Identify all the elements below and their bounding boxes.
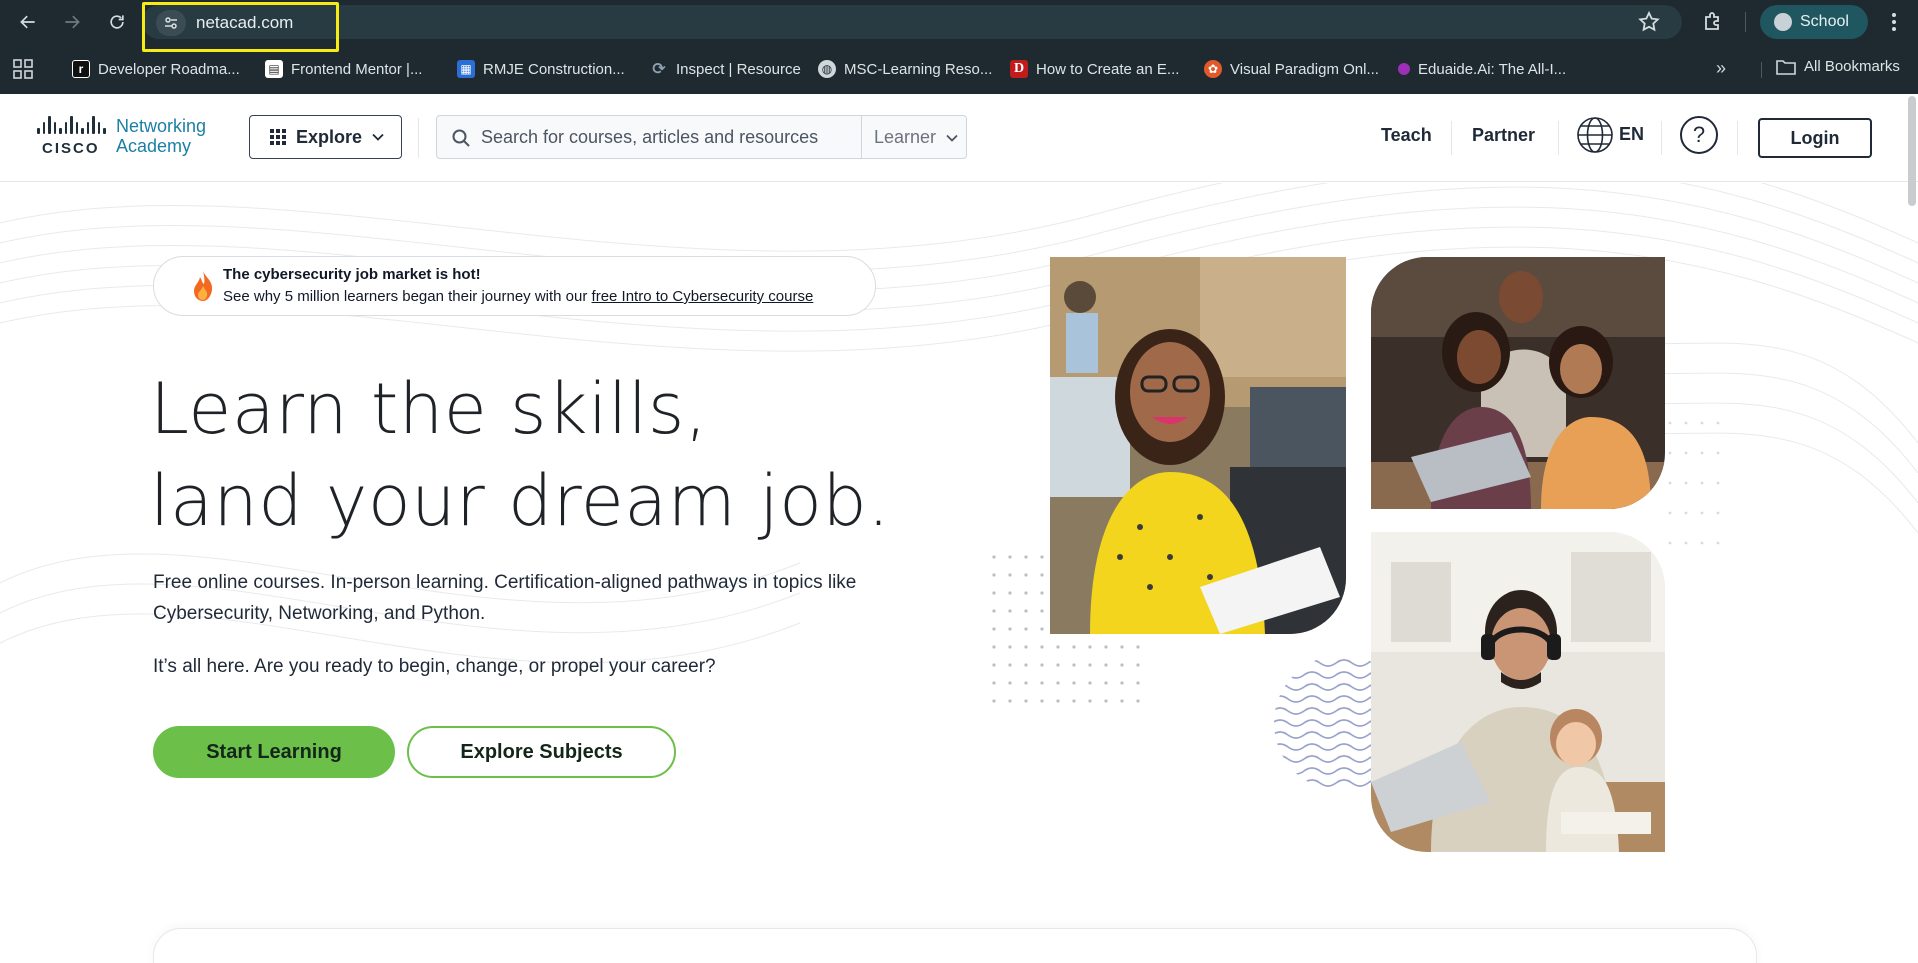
bookmark-item[interactable]: D How to Create an E... bbox=[1010, 58, 1179, 80]
bookmark-label: Frontend Mentor |... bbox=[291, 60, 423, 78]
profile-avatar-icon bbox=[1774, 13, 1792, 31]
forward-button[interactable] bbox=[58, 8, 86, 36]
language-selector[interactable]: EN bbox=[1619, 124, 1644, 145]
bookmark-label: Inspect | Resource bbox=[676, 60, 801, 78]
hero-photo-parent-child bbox=[1371, 532, 1665, 852]
hero-lead: Free online courses. In-person learning.… bbox=[153, 572, 857, 624]
cisco-wordmark: CISCO bbox=[42, 140, 100, 157]
headline-line-2: land your dream job. bbox=[150, 460, 891, 542]
hero-photo-group-laptop bbox=[1371, 257, 1665, 509]
hero-section: The cybersecurity job market is hot! See… bbox=[0, 183, 1918, 963]
nav-divider bbox=[1451, 121, 1452, 155]
nav-link-partner[interactable]: Partner bbox=[1472, 125, 1535, 146]
help-button[interactable]: ? bbox=[1680, 116, 1718, 154]
bookmark-item[interactable]: ⟳ Inspect | Resource bbox=[650, 58, 801, 80]
banner-text: See why 5 million learners began their j… bbox=[223, 288, 813, 305]
d-favicon: D bbox=[1010, 60, 1028, 78]
browser-frame: netacad.com School r Developer Roadma...… bbox=[0, 0, 1918, 94]
reload-icon bbox=[110, 15, 124, 29]
bookmark-item[interactable]: ◍ MSC-Learning Reso... bbox=[818, 58, 992, 80]
bookmark-item[interactable]: ▦ RMJE Construction... bbox=[457, 58, 625, 80]
folder-icon bbox=[1776, 59, 1796, 75]
extensions-puzzle-icon[interactable] bbox=[1701, 10, 1725, 34]
bookmarks-divider bbox=[1761, 62, 1762, 78]
address-bar[interactable] bbox=[142, 5, 1682, 39]
globe-favicon: ◍ bbox=[818, 60, 836, 78]
search-input[interactable] bbox=[481, 116, 891, 158]
audience-select-value: Learner bbox=[874, 127, 937, 147]
logo-line-networking: Networking bbox=[116, 116, 207, 136]
hero-lead-question: It’s all here. Are you ready to begin, c… bbox=[153, 656, 716, 677]
profile-label: School bbox=[1800, 13, 1849, 30]
bookmark-item[interactable]: r Developer Roadma... bbox=[72, 58, 240, 80]
intro-cybersecurity-link[interactable]: free Intro to Cybersecurity course bbox=[592, 288, 814, 305]
audience-select[interactable]: Learner bbox=[874, 127, 958, 148]
banner-text-body: See why 5 million learners began their j… bbox=[223, 288, 592, 305]
browser-toolbar: netacad.com School bbox=[0, 0, 1918, 52]
bookmark-label: Visual Paradigm Onl... bbox=[1230, 60, 1379, 78]
nav-divider bbox=[1737, 121, 1738, 155]
back-button[interactable] bbox=[14, 8, 42, 36]
hero-photo-learner-office bbox=[1050, 257, 1346, 634]
header-divider bbox=[418, 118, 419, 158]
reload-button[interactable] bbox=[103, 8, 131, 36]
frontend-mentor-favicon: ▤ bbox=[265, 60, 283, 78]
visual-paradigm-favicon: ✿ bbox=[1204, 60, 1222, 78]
nav-divider bbox=[1558, 121, 1559, 155]
nav-divider bbox=[1661, 121, 1662, 155]
bookmark-item[interactable]: ▤ Frontend Mentor |... bbox=[265, 58, 422, 80]
bookmark-item[interactable]: ✿ Visual Paradigm Onl... bbox=[1204, 58, 1379, 80]
explore-label: Explore bbox=[296, 126, 363, 147]
banner-title: The cybersecurity job market is hot! bbox=[223, 266, 481, 283]
bookmark-label: How to Create an E... bbox=[1036, 60, 1180, 78]
toolbar-divider bbox=[1745, 12, 1746, 32]
bookmark-item[interactable]: Eduaide.Ai: The All-I... bbox=[1398, 58, 1566, 80]
login-button[interactable]: Login bbox=[1758, 118, 1872, 158]
flame-icon bbox=[194, 271, 213, 301]
explore-subjects-button[interactable]: Explore Subjects bbox=[407, 726, 676, 778]
next-section-card bbox=[153, 928, 1757, 963]
bookmark-label: Developer Roadma... bbox=[98, 60, 240, 78]
cisco-bars-icon bbox=[37, 116, 106, 134]
explore-menu-button[interactable]: Explore bbox=[249, 115, 402, 159]
all-bookmarks-label: All Bookmarks bbox=[1804, 58, 1900, 75]
search-divider bbox=[861, 116, 862, 158]
globe-icon[interactable] bbox=[1576, 116, 1614, 154]
bookmark-label: RMJE Construction... bbox=[483, 60, 625, 78]
search-icon[interactable] bbox=[451, 128, 471, 148]
start-learning-button[interactable]: Start Learning bbox=[153, 726, 395, 778]
eduaide-favicon bbox=[1398, 63, 1410, 75]
chevron-down-icon bbox=[372, 133, 384, 141]
back-arrow-icon bbox=[20, 15, 35, 29]
more-bookmarks-chevron-icon[interactable]: » bbox=[1716, 58, 1726, 79]
bookmark-label: MSC-Learning Reso... bbox=[844, 60, 993, 78]
profile-button[interactable]: School bbox=[1760, 5, 1868, 39]
logo-line-academy: Academy bbox=[116, 136, 192, 156]
roadmap-favicon: r bbox=[72, 60, 90, 78]
netacad-wordmark: Networking Academy bbox=[116, 116, 206, 156]
site-header: CISCO Networking Academy Explore Learner… bbox=[0, 94, 1918, 182]
headline-line-1: Learn the skills, bbox=[150, 368, 708, 450]
inspect-favicon: ⟳ bbox=[652, 61, 666, 78]
grid-menu-icon bbox=[270, 129, 286, 145]
bookmark-star-icon[interactable] bbox=[1637, 10, 1661, 34]
all-bookmarks-button[interactable]: All Bookmarks bbox=[1776, 58, 1900, 75]
bookmark-label: Eduaide.Ai: The All-I... bbox=[1418, 60, 1567, 78]
forward-arrow-icon bbox=[65, 15, 80, 29]
bookmarks-bar: r Developer Roadma... ▤ Frontend Mentor … bbox=[0, 52, 1918, 84]
nav-link-teach[interactable]: Teach bbox=[1381, 125, 1432, 146]
question-mark-icon: ? bbox=[1692, 122, 1706, 147]
chevron-down-icon bbox=[946, 134, 958, 142]
url-highlight-box bbox=[142, 2, 339, 52]
wave-circle-decoration bbox=[1274, 659, 1382, 787]
promo-banner[interactable]: The cybersecurity job market is hot! See… bbox=[153, 256, 876, 316]
browser-menu-icon[interactable] bbox=[1882, 10, 1906, 34]
apps-grid-icon[interactable] bbox=[12, 58, 34, 80]
rmje-favicon: ▦ bbox=[457, 60, 475, 78]
hero-headline: Learn the skills, land your dream job. bbox=[150, 363, 890, 547]
netacad-logo[interactable]: CISCO Networking Academy bbox=[37, 116, 206, 158]
search-box: Learner bbox=[436, 115, 967, 159]
